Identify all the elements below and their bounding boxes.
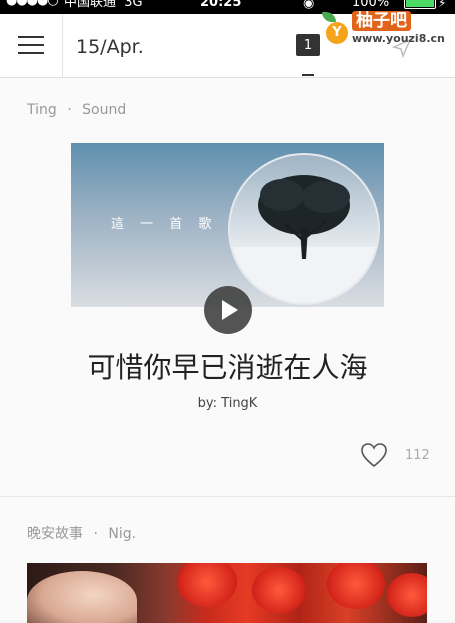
card-category: 晚安故事 · Nig. [27,523,136,543]
leaf-icon [322,12,336,22]
battery-icon [404,0,436,9]
like-count: 112 [405,448,430,463]
category-label: Ting [27,102,57,118]
active-indicator [302,74,314,76]
date-label: 15/Apr. [76,36,144,58]
divider [62,14,63,77]
feed-card-story[interactable]: 晚安故事 · Nig. [0,497,455,623]
separator: · [93,526,98,542]
cover-image: 這 一 首 歌 [71,143,384,307]
lock-rotation-icon: ◉ [303,0,315,11]
song-title[interactable]: 可惜你早已消逝在人海 [0,346,455,386]
watermark-logo: Y 柚子吧 www.youzi8.cn [318,10,448,46]
network-type: 3G [124,0,143,10]
play-button[interactable] [204,286,252,334]
heart-icon[interactable] [360,442,388,468]
feed-card-music[interactable]: Ting · Sound 這 一 首 歌 可惜你早已消逝在人海 by: Ting… [0,78,455,496]
watermark-site: www.youzi8.cn [352,32,445,45]
calendar-icon[interactable]: 1 [296,34,320,56]
cover-text: 這 一 首 歌 [111,217,218,232]
watermark-badge: Y [326,22,348,44]
charging-icon: ⚡ [438,0,447,10]
hamburger-icon [18,36,44,38]
play-icon [222,300,238,320]
separator: · [67,102,72,118]
calendar-day: 1 [303,38,313,53]
carrier-name: 中国联通 [64,0,117,10]
watermark-title: 柚子吧 [352,11,411,31]
card-category: Ting · Sound [27,102,126,118]
subcategory-label: Nig. [108,526,137,542]
category-label: 晚安故事 [27,526,83,542]
story-image [27,563,427,623]
signal-icon: ●●●●○ [6,0,59,8]
status-time: 20:25 [200,0,242,10]
song-author: by: TingK [197,396,258,411]
subcategory-label: Sound [82,102,127,118]
menu-button[interactable] [18,36,44,56]
album-disc [228,153,380,305]
battery-percent: 100% [352,0,390,10]
carrier-label: 中国联通 3G [64,0,143,10]
tree-image [258,175,350,259]
